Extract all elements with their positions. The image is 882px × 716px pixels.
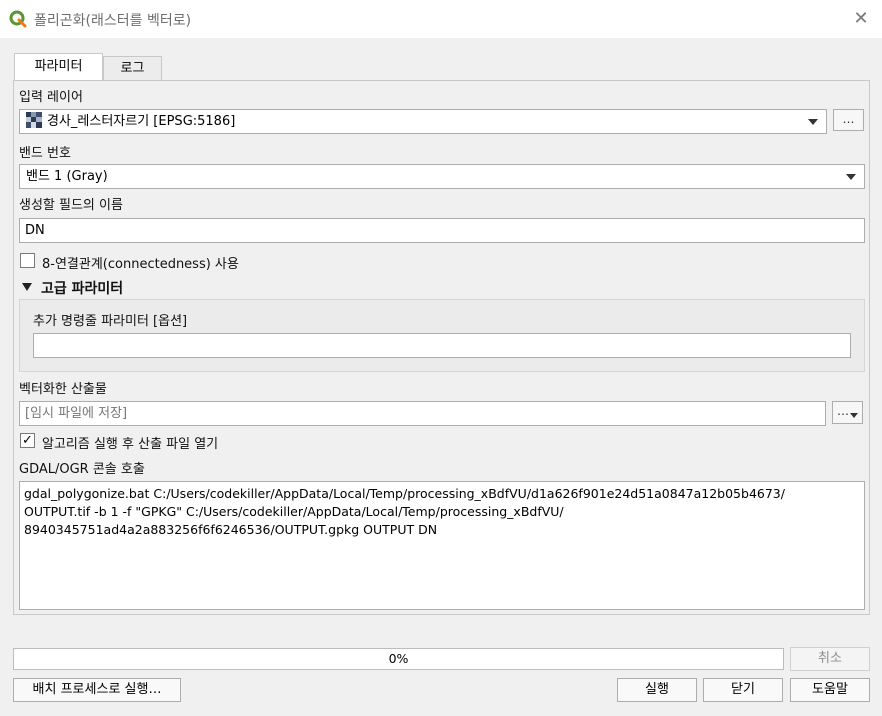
extra-params-input[interactable] [33, 333, 851, 358]
band-combo[interactable]: 밴드 1 (Gray) [19, 164, 865, 189]
output-placeholder: [임시 파일에 저장] [25, 406, 128, 421]
band-label: 밴드 번호 [19, 146, 71, 161]
dots-label: … [837, 404, 849, 418]
chevron-down-icon [808, 119, 818, 125]
open-output-checkbox[interactable]: ✓ [20, 433, 35, 448]
output-path-input[interactable]: [임시 파일에 저장] [19, 401, 826, 426]
close-icon[interactable]: ✕ [850, 8, 872, 30]
input-layer-browse-button[interactable]: … [833, 109, 864, 131]
console-label: GDAL/OGR 콘솔 호출 [19, 462, 145, 477]
tab-parameters[interactable]: 파라미터 [14, 53, 103, 80]
field-name-input[interactable]: DN [19, 218, 865, 243]
input-layer-label: 입력 레이어 [19, 90, 83, 105]
help-button[interactable]: 도움말 [790, 678, 870, 702]
output-browse-button[interactable]: … [832, 401, 863, 424]
band-value: 밴드 1 (Gray) [26, 169, 108, 184]
collapse-arrow-icon[interactable] [22, 283, 32, 291]
cancel-button[interactable]: 취소 [790, 647, 870, 671]
field-name-label: 생성할 필드의 이름 [19, 198, 123, 213]
input-layer-value: 경사_레스터자르기 [EPSG:5186] [47, 114, 236, 129]
tab-log[interactable]: 로그 [103, 56, 162, 80]
chevron-down-icon [850, 413, 858, 418]
connectedness-label: 8-연결관계(connectedness) 사용 [42, 257, 239, 272]
progress-bar: 0% [13, 648, 784, 670]
gdal-console-textarea[interactable]: gdal_polygonize.bat C:/Users/codekiller/… [19, 481, 865, 610]
close-button[interactable]: 닫기 [703, 678, 783, 702]
batch-process-button[interactable]: 배치 프로세스로 실행… [13, 678, 181, 702]
window-title: 폴리곤화(래스터를 벡터로) [34, 13, 192, 29]
input-layer-combo[interactable]: 경사_레스터자르기 [EPSG:5186] [19, 109, 827, 134]
open-output-label: 알고리즘 실행 후 산출 파일 열기 [42, 437, 219, 452]
output-label: 벡터화한 산출물 [19, 382, 107, 397]
advanced-parameters-header[interactable]: 고급 파라미터 [41, 278, 123, 298]
connectedness-checkbox[interactable] [20, 253, 35, 268]
extra-params-label: 추가 명령줄 파라미터 [옵션] [33, 314, 188, 329]
raster-layer-icon [26, 112, 42, 128]
title-bar: 폴리곤화(래스터를 벡터로) ✕ [0, 0, 882, 38]
qgis-logo-icon [9, 10, 27, 28]
chevron-down-icon [846, 174, 856, 180]
run-button[interactable]: 실행 [617, 678, 697, 702]
